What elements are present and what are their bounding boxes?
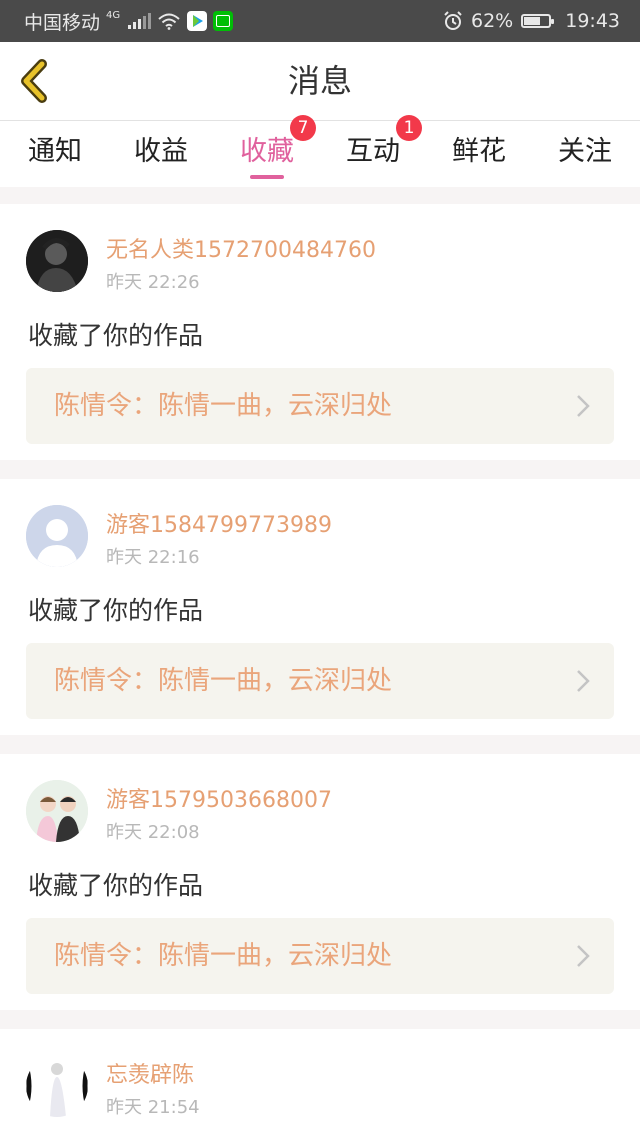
work-link[interactable]: 陈情令：陈情一曲，云深归处 bbox=[26, 643, 614, 719]
message-action: 收藏了你的作品 bbox=[28, 871, 204, 900]
unread-badge: 1 bbox=[396, 115, 422, 141]
signal-icon bbox=[128, 13, 152, 29]
tab-flowers[interactable]: 鲜花 bbox=[426, 121, 532, 187]
tab-label: 收益 bbox=[134, 136, 188, 167]
alarm-icon bbox=[444, 11, 462, 30]
nav-header: 消息 bbox=[0, 42, 640, 121]
message-card: 无名人类1572700484760 昨天 22:26 收藏了你的作品 陈情令：陈… bbox=[0, 204, 640, 460]
message-action: 收藏了你的作品 bbox=[28, 321, 204, 350]
message-time: 昨天 22:26 bbox=[106, 272, 200, 293]
message-time: 昨天 22:08 bbox=[106, 822, 200, 843]
carrier-label: 中国移动 bbox=[24, 11, 101, 34]
status-bar: 中国移动 4G 62% 19:43 bbox=[0, 0, 640, 42]
message-time: 昨天 22:16 bbox=[106, 547, 200, 568]
tab-label: 通知 bbox=[28, 136, 82, 167]
clock: 19:43 bbox=[565, 10, 620, 32]
tab-label: 鲜花 bbox=[452, 136, 506, 167]
chevron-right-icon bbox=[577, 945, 590, 967]
avatar[interactable] bbox=[26, 230, 88, 292]
tab-label: 互动 bbox=[346, 136, 400, 167]
avatar[interactable] bbox=[26, 780, 88, 842]
work-title: 陈情令：陈情一曲，云深归处 bbox=[54, 391, 393, 421]
tab-bar: 通知 收益 收藏 7 互动 1 鲜花 关注 bbox=[0, 115, 640, 187]
tab-interactions[interactable]: 互动 1 bbox=[320, 115, 426, 187]
battery-icon bbox=[521, 14, 555, 28]
tab-label: 关注 bbox=[558, 136, 612, 167]
message-card: 忘羡辟陈 昨天 21:54 bbox=[0, 1029, 640, 1138]
message-card: 游客1579503668007 昨天 22:08 收藏了你的作品 陈情令：陈情一… bbox=[0, 754, 640, 1010]
tab-favorites[interactable]: 收藏 7 bbox=[214, 115, 320, 187]
work-title: 陈情令：陈情一曲，云深归处 bbox=[54, 666, 393, 696]
work-link[interactable]: 陈情令：陈情一曲，云深归处 bbox=[26, 918, 614, 994]
active-tab-indicator bbox=[250, 175, 284, 179]
chevron-right-icon bbox=[577, 670, 590, 692]
username[interactable]: 忘羡辟陈 bbox=[106, 1057, 194, 1089]
tab-label: 收藏 bbox=[240, 136, 294, 167]
avatar[interactable] bbox=[26, 1055, 88, 1117]
tab-following[interactable]: 关注 bbox=[532, 121, 638, 187]
avatar[interactable] bbox=[26, 505, 88, 567]
chevron-right-icon bbox=[577, 395, 590, 417]
username[interactable]: 游客1584799773989 bbox=[106, 507, 332, 539]
iqiyi-app-icon bbox=[213, 11, 234, 31]
username[interactable]: 游客1579503668007 bbox=[106, 782, 332, 814]
message-card: 游客1584799773989 昨天 22:16 收藏了你的作品 陈情令：陈情一… bbox=[0, 479, 640, 735]
message-time: 昨天 21:54 bbox=[106, 1097, 200, 1118]
tab-earnings[interactable]: 收益 bbox=[108, 121, 214, 187]
unread-badge: 7 bbox=[290, 115, 316, 141]
tab-notifications[interactable]: 通知 bbox=[2, 121, 108, 187]
work-title: 陈情令：陈情一曲，云深归处 bbox=[54, 941, 393, 971]
network-label: 4G bbox=[106, 10, 121, 21]
wifi-icon bbox=[158, 13, 180, 30]
battery-percent: 62% bbox=[471, 10, 514, 32]
page-title: 消息 bbox=[287, 62, 352, 100]
message-action: 收藏了你的作品 bbox=[28, 596, 204, 625]
work-link[interactable]: 陈情令：陈情一曲，云深归处 bbox=[26, 368, 614, 444]
username[interactable]: 无名人类1572700484760 bbox=[106, 232, 376, 264]
video-app-icon bbox=[187, 11, 208, 31]
